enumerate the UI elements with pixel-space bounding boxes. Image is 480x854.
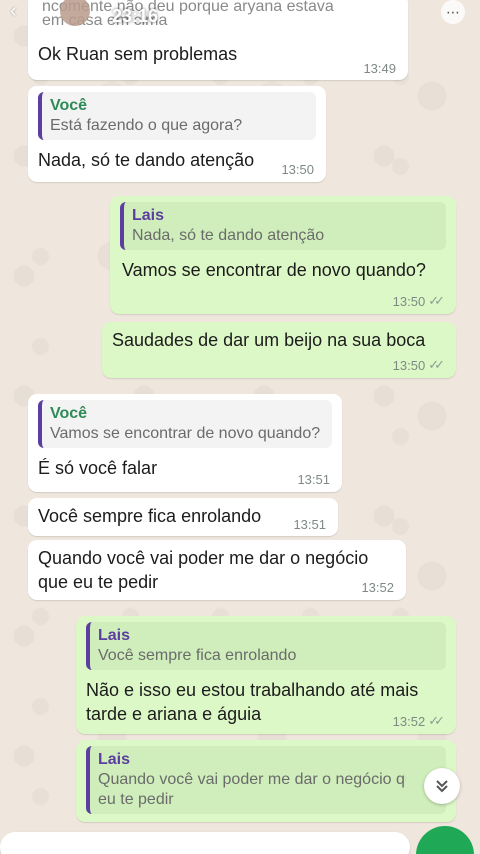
more-options-icon[interactable]: ⋯ — [441, 0, 465, 24]
back-arrow-icon[interactable]: ‹ — [10, 1, 28, 21]
quoted-text: Você sempre fica enrolando — [98, 647, 297, 664]
message-time: 13:52 ✓✓ — [392, 713, 445, 729]
read-ticks-icon: ✓✓ — [428, 713, 445, 728]
quoted-text-line: Quando você vai poder me dar o negócio q… — [98, 771, 406, 788]
quoted-text: Está fazendo o que agora? — [50, 117, 243, 134]
message-text-line: Não e isso eu estou trabalhando até mais — [86, 680, 419, 700]
message-bubble-incoming[interactable]: Você sempre fica enrolando 13:51 — [28, 498, 338, 536]
message-bubble-outgoing[interactable]: Lais Você sempre fica enrolando Não e is… — [76, 616, 456, 734]
quoted-sender: Lais — [132, 207, 165, 224]
quoted-sender: Lais — [98, 751, 131, 768]
message-text: Vamos se encontrar de novo quando? — [122, 260, 426, 280]
message-bubble-outgoing[interactable]: Lais Quando você vai poder me dar o negó… — [76, 740, 456, 822]
quoted-message[interactable]: Você Está fazendo o que agora? — [38, 92, 316, 140]
status-time: 23:16 — [112, 6, 159, 26]
message-text: Ok Ruan sem problemas — [38, 44, 238, 64]
message-text: Nada, só te dando atenção — [38, 150, 255, 170]
message-text-line: que eu te pedir — [38, 572, 159, 592]
mic-icon[interactable] — [416, 826, 474, 854]
message-time: 13:50 — [281, 162, 314, 177]
message-text: Você sempre fica enrolando — [38, 506, 262, 526]
message-time: 13:50 ✓✓ — [392, 293, 445, 309]
read-ticks-icon: ✓✓ — [428, 293, 445, 308]
double-chevron-down-glyph — [436, 780, 448, 793]
message-bubble-incoming[interactable]: Você Está fazendo o que agora? Nada, só … — [28, 86, 326, 182]
read-ticks-icon: ✓✓ — [428, 357, 445, 372]
quoted-message[interactable]: Lais Você sempre fica enrolando — [86, 622, 446, 670]
double-chevron-down-icon[interactable] — [424, 768, 460, 804]
message-time: 13:52 — [361, 580, 394, 595]
quoted-text: Vamos se encontrar de novo quando? — [50, 425, 321, 442]
message-text: É só você falar — [38, 458, 158, 478]
quoted-message[interactable]: Lais Quando você vai poder me dar o negó… — [86, 746, 446, 814]
quoted-message[interactable]: Lais Nada, só te dando atenção — [120, 202, 446, 250]
message-input[interactable] — [0, 832, 410, 854]
message-time: 13:49 — [363, 61, 396, 76]
message-time: 13:50 ✓✓ — [392, 357, 445, 373]
message-time: 13:51 — [293, 517, 326, 532]
quoted-text-line: eu te pedir — [98, 791, 174, 808]
quoted-sender: Lais — [98, 627, 131, 644]
message-bubble-outgoing[interactable]: Lais Nada, só te dando atenção Vamos se … — [110, 196, 456, 314]
message-bubble-incoming[interactable]: Você Vamos se encontrar de novo quando? … — [28, 394, 342, 492]
quoted-text: Nada, só te dando atenção — [132, 227, 325, 244]
message-bubble-outgoing[interactable]: Saudades de dar um beijo na sua boca 13:… — [102, 322, 456, 378]
quoted-message[interactable]: Você Vamos se encontrar de novo quando? — [38, 400, 332, 448]
quoted-sender: Você — [50, 97, 88, 114]
message-time: 13:51 — [297, 472, 330, 487]
message-text-line: Quando você vai poder me dar o negócio — [38, 548, 369, 568]
message-bubble-incoming[interactable]: Quando você vai poder me dar o negócio q… — [28, 540, 406, 600]
quoted-sender: Você — [50, 405, 88, 422]
message-text: Saudades de dar um beijo na sua boca — [112, 330, 426, 350]
